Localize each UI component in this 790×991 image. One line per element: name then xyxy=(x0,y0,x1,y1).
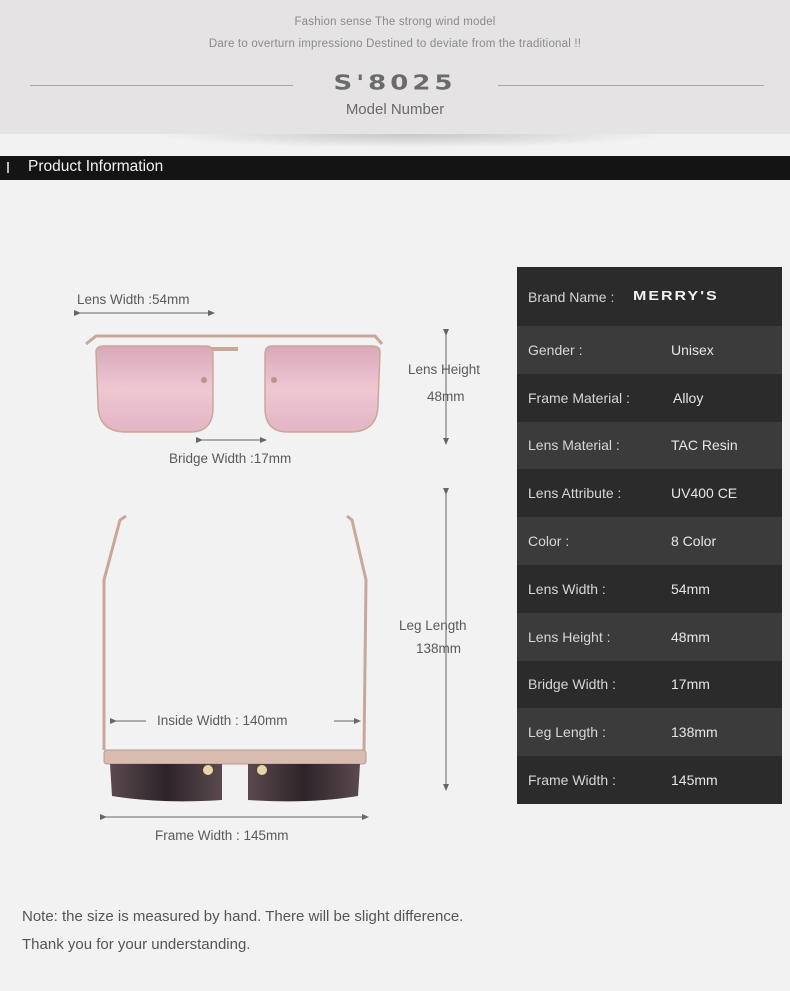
spec-key: Lens Width : xyxy=(528,580,606,597)
spec-row: Frame Material : Alloy xyxy=(517,373,782,422)
right-lens xyxy=(264,345,381,433)
spec-row: Lens Attribute : UV400 CE xyxy=(517,469,782,518)
spec-row: Leg Length : 138mm xyxy=(517,708,782,757)
spec-key: Lens Material : xyxy=(528,437,620,454)
spec-key: Bridge Width : xyxy=(528,676,616,693)
leg-length-title: Leg Length xyxy=(399,618,467,633)
leg-length-value: 138mm xyxy=(416,641,462,656)
front-view-glasses xyxy=(85,334,384,433)
inside-width-label: Inside Width : 140mm xyxy=(157,713,288,728)
spec-key: Color : xyxy=(528,533,570,550)
spec-key: Gender : xyxy=(528,341,583,358)
spec-key: Leg Length : xyxy=(528,724,606,741)
spec-value: 17mm xyxy=(671,676,710,693)
spec-row-brand: Brand Name : MERRY'S xyxy=(517,267,782,326)
spec-value: TAC Resin xyxy=(671,437,738,454)
top-view-glasses xyxy=(102,514,368,802)
brand-logo-text: MERRY'S xyxy=(633,289,719,303)
spec-value: Alloy xyxy=(673,389,704,406)
frame-width-label: Frame Width : 145mm xyxy=(155,828,289,843)
bridge-width-label: Bridge Width :17mm xyxy=(169,451,292,466)
spec-row: Lens Width : 54mm xyxy=(517,564,782,613)
lens-width-label: Lens Width :54mm xyxy=(77,292,190,307)
lens-height-value: 48mm xyxy=(427,389,465,404)
spec-row: Lens Height : 48mm xyxy=(517,612,782,661)
spec-row: Frame Width : 145mm xyxy=(517,756,782,804)
note-line-2: Thank you for your understanding. xyxy=(22,936,251,953)
spec-value: Unisex xyxy=(671,341,714,358)
spec-key: Frame Width : xyxy=(528,772,616,789)
spec-value: 138mm xyxy=(671,724,718,741)
spec-value: UV400 CE xyxy=(671,485,738,502)
left-lens xyxy=(95,345,214,433)
spec-row: Gender : Unisex xyxy=(517,326,782,374)
spec-value: 8 Color xyxy=(671,533,717,550)
spec-row: Lens Material : TAC Resin xyxy=(517,421,782,470)
spec-key: Lens Height : xyxy=(528,628,611,645)
note-line-1: Note: the size is measured by hand. Ther… xyxy=(22,908,464,925)
spec-row: Color : 8 Color xyxy=(517,517,782,565)
spec-key: Lens Attribute : xyxy=(528,485,622,502)
spec-row: Bridge Width : 17mm xyxy=(517,660,782,709)
spec-value: 54mm xyxy=(671,580,710,597)
spec-key: Frame Material : xyxy=(528,389,630,406)
spec-value: 145mm xyxy=(671,772,718,789)
lens-height-title: Lens Height xyxy=(408,362,481,377)
spec-table: Brand Name : MERRY'S Gender : Unisex Fram… xyxy=(517,267,782,804)
spec-value: 48mm xyxy=(671,628,710,645)
spec-key: Brand Name : xyxy=(528,288,615,305)
